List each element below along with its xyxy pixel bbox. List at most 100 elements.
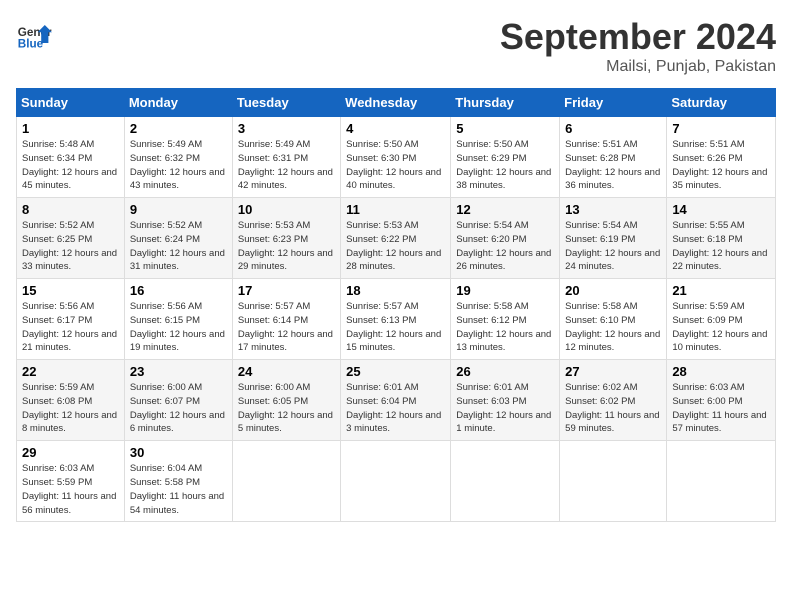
- calendar-week-1: 1 Sunrise: 5:48 AMSunset: 6:34 PMDaylight…: [17, 117, 776, 198]
- day-number: 10: [238, 202, 335, 217]
- calendar-cell: 27Sunrise: 6:02 AMSunset: 6:02 PMDayligh…: [560, 360, 667, 441]
- day-detail: Sunrise: 5:49 AMSunset: 6:32 PMDaylight:…: [130, 138, 227, 193]
- day-detail: Sunrise: 5:59 AMSunset: 6:09 PMDaylight:…: [672, 300, 770, 355]
- calendar-cell: 28 Sunrise: 6:03 AMSunset: 6:00 PMDayligh…: [667, 360, 776, 441]
- calendar-week-2: 8 Sunrise: 5:52 AMSunset: 6:25 PMDaylight…: [17, 198, 776, 279]
- page-header: General Blue September 2024 Mailsi, Punj…: [16, 16, 776, 76]
- day-detail: Sunrise: 5:51 AMSunset: 6:26 PMDaylight:…: [672, 138, 770, 193]
- calendar-cell: 20 Sunrise: 5:58 AMSunset: 6:10 PMDayligh…: [560, 279, 667, 360]
- day-number: 17: [238, 283, 335, 298]
- calendar-cell: 12 Sunrise: 5:54 AMSunset: 6:20 PMDayligh…: [451, 198, 560, 279]
- day-detail: Sunrise: 5:57 AMSunset: 6:13 PMDaylight:…: [346, 300, 445, 355]
- calendar-cell: 18 Sunrise: 5:57 AMSunset: 6:13 PMDayligh…: [341, 279, 451, 360]
- day-detail: Sunrise: 5:55 AMSunset: 6:18 PMDaylight:…: [672, 219, 770, 274]
- calendar-cell: 14Sunrise: 5:55 AMSunset: 6:18 PMDayligh…: [667, 198, 776, 279]
- day-detail: Sunrise: 5:58 AMSunset: 6:10 PMDaylight:…: [565, 300, 661, 355]
- day-number: 18: [346, 283, 445, 298]
- day-detail: Sunrise: 5:50 AMSunset: 6:29 PMDaylight:…: [456, 138, 554, 193]
- calendar-cell: 1 Sunrise: 5:48 AMSunset: 6:34 PMDaylight…: [17, 117, 125, 198]
- day-number: 1: [22, 121, 119, 136]
- day-detail: Sunrise: 5:54 AMSunset: 6:20 PMDaylight:…: [456, 219, 554, 274]
- day-number: 9: [130, 202, 227, 217]
- day-detail: Sunrise: 5:53 AMSunset: 6:23 PMDaylight:…: [238, 219, 335, 274]
- day-detail: Sunrise: 5:59 AMSunset: 6:08 PMDaylight:…: [22, 381, 119, 436]
- header-cell-thursday: Thursday: [451, 89, 560, 117]
- day-number: 26: [456, 364, 554, 379]
- calendar-cell: [232, 441, 340, 522]
- day-number: 30: [130, 445, 227, 460]
- header-row: SundayMondayTuesdayWednesdayThursdayFrid…: [17, 89, 776, 117]
- day-detail: Sunrise: 6:03 AMSunset: 6:00 PMDaylight:…: [672, 381, 770, 436]
- day-detail: Sunrise: 6:03 AMSunset: 5:59 PMDaylight:…: [22, 462, 119, 517]
- calendar-cell: 6 Sunrise: 5:51 AMSunset: 6:28 PMDaylight…: [560, 117, 667, 198]
- day-detail: Sunrise: 5:57 AMSunset: 6:14 PMDaylight:…: [238, 300, 335, 355]
- calendar-cell: 3 Sunrise: 5:49 AMSunset: 6:31 PMDaylight…: [232, 117, 340, 198]
- day-number: 21: [672, 283, 770, 298]
- header-cell-saturday: Saturday: [667, 89, 776, 117]
- calendar-week-4: 22 Sunrise: 5:59 AMSunset: 6:08 PMDayligh…: [17, 360, 776, 441]
- day-detail: Sunrise: 6:01 AMSunset: 6:03 PMDaylight:…: [456, 381, 554, 436]
- calendar-cell: 19Sunrise: 5:58 AMSunset: 6:12 PMDayligh…: [451, 279, 560, 360]
- day-number: 4: [346, 121, 445, 136]
- day-number: 6: [565, 121, 661, 136]
- day-number: 13: [565, 202, 661, 217]
- calendar-cell: 29 Sunrise: 6:03 AMSunset: 5:59 PMDayligh…: [17, 441, 125, 522]
- calendar-cell: 21 Sunrise: 5:59 AMSunset: 6:09 PMDayligh…: [667, 279, 776, 360]
- day-detail: Sunrise: 6:02 AMSunset: 6:02 PMDaylight:…: [565, 381, 661, 436]
- day-detail: Sunrise: 6:01 AMSunset: 6:04 PMDaylight:…: [346, 381, 445, 436]
- day-detail: Sunrise: 5:48 AMSunset: 6:34 PMDaylight:…: [22, 138, 119, 193]
- calendar-cell: 25 Sunrise: 6:01 AMSunset: 6:04 PMDayligh…: [341, 360, 451, 441]
- calendar-cell: [667, 441, 776, 522]
- day-detail: Sunrise: 6:00 AMSunset: 6:07 PMDaylight:…: [130, 381, 227, 436]
- logo: General Blue: [16, 16, 54, 52]
- calendar-cell: 22 Sunrise: 5:59 AMSunset: 6:08 PMDayligh…: [17, 360, 125, 441]
- day-number: 5: [456, 121, 554, 136]
- day-detail: Sunrise: 6:00 AMSunset: 6:05 PMDaylight:…: [238, 381, 335, 436]
- calendar-cell: 11 Sunrise: 5:53 AMSunset: 6:22 PMDayligh…: [341, 198, 451, 279]
- calendar-cell: 30 Sunrise: 6:04 AMSunset: 5:58 PMDayligh…: [124, 441, 232, 522]
- day-detail: Sunrise: 5:51 AMSunset: 6:28 PMDaylight:…: [565, 138, 661, 193]
- day-number: 28: [672, 364, 770, 379]
- calendar-week-3: 15 Sunrise: 5:56 AMSunset: 6:17 PMDayligh…: [17, 279, 776, 360]
- day-number: 25: [346, 364, 445, 379]
- calendar-cell: 13Sunrise: 5:54 AMSunset: 6:19 PMDayligh…: [560, 198, 667, 279]
- day-detail: Sunrise: 5:53 AMSunset: 6:22 PMDaylight:…: [346, 219, 445, 274]
- day-number: 29: [22, 445, 119, 460]
- svg-text:Blue: Blue: [18, 38, 44, 51]
- day-number: 7: [672, 121, 770, 136]
- day-number: 8: [22, 202, 119, 217]
- calendar-cell: 16Sunrise: 5:56 AMSunset: 6:15 PMDayligh…: [124, 279, 232, 360]
- logo-icon: General Blue: [16, 16, 52, 52]
- day-detail: Sunrise: 5:56 AMSunset: 6:17 PMDaylight:…: [22, 300, 119, 355]
- header-cell-tuesday: Tuesday: [232, 89, 340, 117]
- calendar-cell: 9 Sunrise: 5:52 AMSunset: 6:24 PMDaylight…: [124, 198, 232, 279]
- calendar-cell: 8 Sunrise: 5:52 AMSunset: 6:25 PMDaylight…: [17, 198, 125, 279]
- calendar-cell: 24 Sunrise: 6:00 AMSunset: 6:05 PMDayligh…: [232, 360, 340, 441]
- day-number: 11: [346, 202, 445, 217]
- day-detail: Sunrise: 5:49 AMSunset: 6:31 PMDaylight:…: [238, 138, 335, 193]
- day-number: 20: [565, 283, 661, 298]
- calendar-cell: 10 Sunrise: 5:53 AMSunset: 6:23 PMDayligh…: [232, 198, 340, 279]
- day-number: 16: [130, 283, 227, 298]
- day-number: 15: [22, 283, 119, 298]
- header-cell-wednesday: Wednesday: [341, 89, 451, 117]
- calendar-cell: 7 Sunrise: 5:51 AMSunset: 6:26 PMDaylight…: [667, 117, 776, 198]
- day-detail: Sunrise: 5:52 AMSunset: 6:24 PMDaylight:…: [130, 219, 227, 274]
- day-number: 2: [130, 121, 227, 136]
- day-detail: Sunrise: 6:04 AMSunset: 5:58 PMDaylight:…: [130, 462, 227, 517]
- day-detail: Sunrise: 5:52 AMSunset: 6:25 PMDaylight:…: [22, 219, 119, 274]
- location: Mailsi, Punjab, Pakistan: [500, 58, 776, 76]
- header-cell-sunday: Sunday: [17, 89, 125, 117]
- day-number: 3: [238, 121, 335, 136]
- calendar-cell: 4Sunrise: 5:50 AMSunset: 6:30 PMDaylight…: [341, 117, 451, 198]
- day-number: 22: [22, 364, 119, 379]
- calendar-cell: 23Sunrise: 6:00 AMSunset: 6:07 PMDayligh…: [124, 360, 232, 441]
- day-number: 19: [456, 283, 554, 298]
- calendar-cell: [341, 441, 451, 522]
- calendar-cell: 26 Sunrise: 6:01 AMSunset: 6:03 PMDayligh…: [451, 360, 560, 441]
- day-number: 24: [238, 364, 335, 379]
- title-section: September 2024 Mailsi, Punjab, Pakistan: [500, 16, 776, 76]
- month-title: September 2024: [500, 16, 776, 58]
- day-number: 12: [456, 202, 554, 217]
- calendar-cell: 17 Sunrise: 5:57 AMSunset: 6:14 PMDayligh…: [232, 279, 340, 360]
